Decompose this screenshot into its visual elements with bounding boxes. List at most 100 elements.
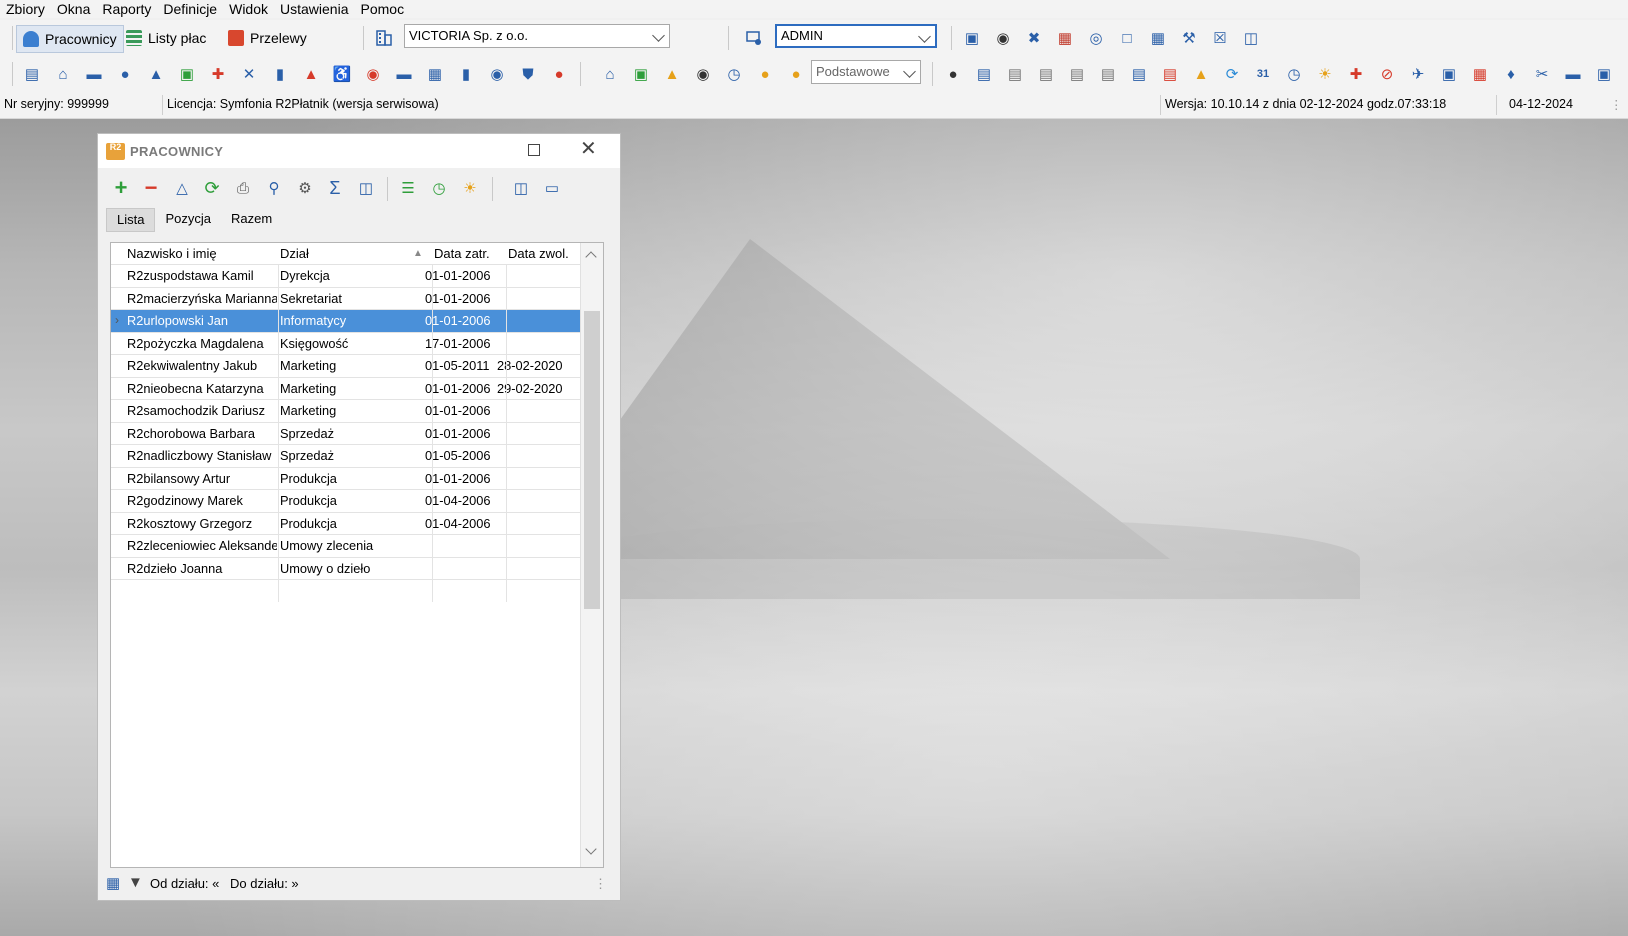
from-department-filter[interactable]: Od działu: « [150,876,219,891]
table-row[interactable]: R2godzinowy Marek Produkcja 01-04-2006 [111,490,581,513]
sun-icon[interactable]: ☀ [1314,63,1336,85]
list-settings-icon[interactable]: ☰ [397,177,419,199]
table-row[interactable]: R2zuspodstawa Kamil Dyrekcja 01-01-2006 [111,265,581,288]
ro-badge-icon[interactable]: ● [548,63,570,85]
scroll-down-icon[interactable] [585,843,597,855]
calculator-icon[interactable]: ▦ [1147,27,1169,49]
table-row[interactable]: R2dzieło Joanna Umowy o dzieło [111,558,581,580]
gift-icon[interactable]: ▣ [1593,63,1615,85]
scroll-thumb[interactable] [584,311,600,609]
to-department-filter[interactable]: Do działu: » [230,876,299,891]
filter-icon[interactable]: ▼ [128,874,143,891]
globe-icon[interactable]: ◎ [1085,27,1107,49]
users-key-icon[interactable]: ◉ [992,27,1014,49]
column-header-termination-date[interactable]: Data zwol. [508,246,569,261]
hierarchy-icon[interactable]: ▦ [424,63,446,85]
sun-add-icon[interactable]: ☀ [459,177,481,199]
hardhat-icon[interactable]: ▲ [1190,63,1212,85]
card-icon[interactable]: ▬ [83,63,105,85]
save-icon[interactable]: ▣ [961,27,983,49]
lightbulb-icon[interactable]: ● [754,63,776,85]
menu-okna[interactable]: Okna [51,1,96,17]
calendar-icon[interactable]: 31 [1252,63,1274,85]
coins-icon[interactable]: ● [785,63,807,85]
close-icon[interactable]: ✕ [580,139,597,159]
menu-ustawienia[interactable]: Ustawienia [274,1,354,17]
nav-payrolls-button[interactable]: Listy płac [120,25,212,51]
menu-widok[interactable]: Widok [223,1,274,17]
table-row[interactable]: R2ekwiwalentny Jakub Marketing 01-05-2011 2… [111,355,581,378]
forbidden-icon[interactable]: ⊘ [1376,63,1398,85]
sum-icon[interactable]: Σ [324,177,346,199]
table-row[interactable]: R2nadliczbowy Stanisław Sprzedaż 01-05-200… [111,445,581,468]
tab-razem[interactable]: Razem [221,208,282,230]
clock-icon[interactable]: ◷ [1283,63,1305,85]
layout-icon[interactable]: ◫ [1240,27,1262,49]
clock-add-icon[interactable]: ◷ [428,177,450,199]
nav-employees-button[interactable]: Pracownicy [16,25,124,53]
table-row[interactable]: R2kosztowy Grzegorz Produkcja 01-04-2006 [111,513,581,535]
wheelchair-icon[interactable]: ♿ [331,63,353,85]
close-window-icon[interactable]: ☒ [1209,27,1231,49]
column-header-hire-date[interactable]: Data zatr. [434,246,490,261]
tab-pozycja[interactable]: Pozycja [155,208,221,230]
wrench-icon[interactable]: ⚒ [1178,27,1200,49]
monitor-user-icon[interactable]: ▣ [1438,63,1460,85]
moneybag-icon[interactable]: ● [942,63,964,85]
shield-icon[interactable]: ⛊ [517,63,539,85]
report-list-icon[interactable]: ▤ [1066,63,1088,85]
tab-lista[interactable]: Lista [106,208,156,232]
scissors-icon[interactable]: ✂ [1531,63,1553,85]
report-stack-icon[interactable]: ▤ [1097,63,1119,85]
monitor-icon[interactable]: ▭ [541,177,563,199]
remove-icon[interactable]: − [140,175,162,200]
bar-chart-icon[interactable]: ▮ [269,63,291,85]
menu-raporty[interactable]: Raporty [96,1,157,17]
profile-select[interactable]: Podstawowe [811,60,921,84]
maximize-icon[interactable] [528,144,540,156]
columns-grid-icon[interactable]: ◫ [355,177,377,199]
vertical-scrollbar[interactable] [580,243,603,867]
medal-icon[interactable]: ◉ [692,63,714,85]
table-row[interactable]: R2pożyczka Magdalena Księgowość 17-01-2006 [111,333,581,355]
table-row[interactable]: R2nieobecna Katarzyna Marketing 01-01-2006… [111,378,581,400]
user-select[interactable]: ADMIN [775,24,937,48]
table-row[interactable]: R2macierzyńska Marianna Sekretariat 01-01-… [111,288,581,310]
report-user-icon[interactable]: ▤ [973,63,995,85]
column-header-name[interactable]: Nazwisko i imię [127,246,217,261]
menu-definicje[interactable]: Definicje [157,1,223,17]
edit-triangle-icon[interactable]: △ [171,177,193,199]
gear-icon[interactable]: ⚙ [294,177,316,199]
id-card-icon[interactable]: ▤ [21,63,43,85]
report-alert-icon[interactable]: ▤ [1159,63,1181,85]
network-icon[interactable]: ▦ [1054,27,1076,49]
stack-icon[interactable]: ♦ [1500,63,1522,85]
airplane-icon[interactable]: ✈ [1407,63,1429,85]
table-icon[interactable]: ▦ [106,874,120,892]
medical-kit-icon[interactable]: ✚ [207,63,229,85]
menu-zbiory[interactable]: Zbiory [0,1,51,17]
family-icon[interactable]: ● [114,63,136,85]
car-icon[interactable]: ▬ [393,63,415,85]
lifebuoy-icon[interactable]: ◉ [362,63,384,85]
chat-icon[interactable]: □ [1116,27,1138,49]
nav-transfers-button[interactable]: Przelewy [222,25,313,51]
company-select[interactable]: VICTORIA Sp. z o.o. [404,24,670,48]
report-edit-icon[interactable]: ▤ [1004,63,1026,85]
home-icon[interactable]: ⌂ [52,63,74,85]
tools-icon[interactable]: ✖ [1023,27,1045,49]
columns-icon[interactable]: ▮ [455,63,477,85]
table-row[interactable]: R2samochodzik Dariusz Marketing 01-01-2006 [111,400,581,423]
tools-cross-icon[interactable]: ✕ [238,63,260,85]
table-row[interactable]: › R2urlopowski Jan Informatycy 01-01-2006 [111,310,581,333]
zus-icon[interactable]: ▣ [630,63,652,85]
extinguisher-icon[interactable]: ▲ [300,63,322,85]
hospital-plus-icon[interactable]: ✚ [1345,63,1367,85]
column-header-department[interactable]: Dział [280,246,309,261]
bell-icon[interactable]: ▲ [661,63,683,85]
search-icon[interactable]: ⚲ [263,177,285,199]
truck-icon[interactable]: ▬ [1562,63,1584,85]
report-sign-icon[interactable]: ▤ [1035,63,1057,85]
bank-icon[interactable]: ⌂ [599,63,621,85]
grid-blocks-icon[interactable]: ▦ [1469,63,1491,85]
